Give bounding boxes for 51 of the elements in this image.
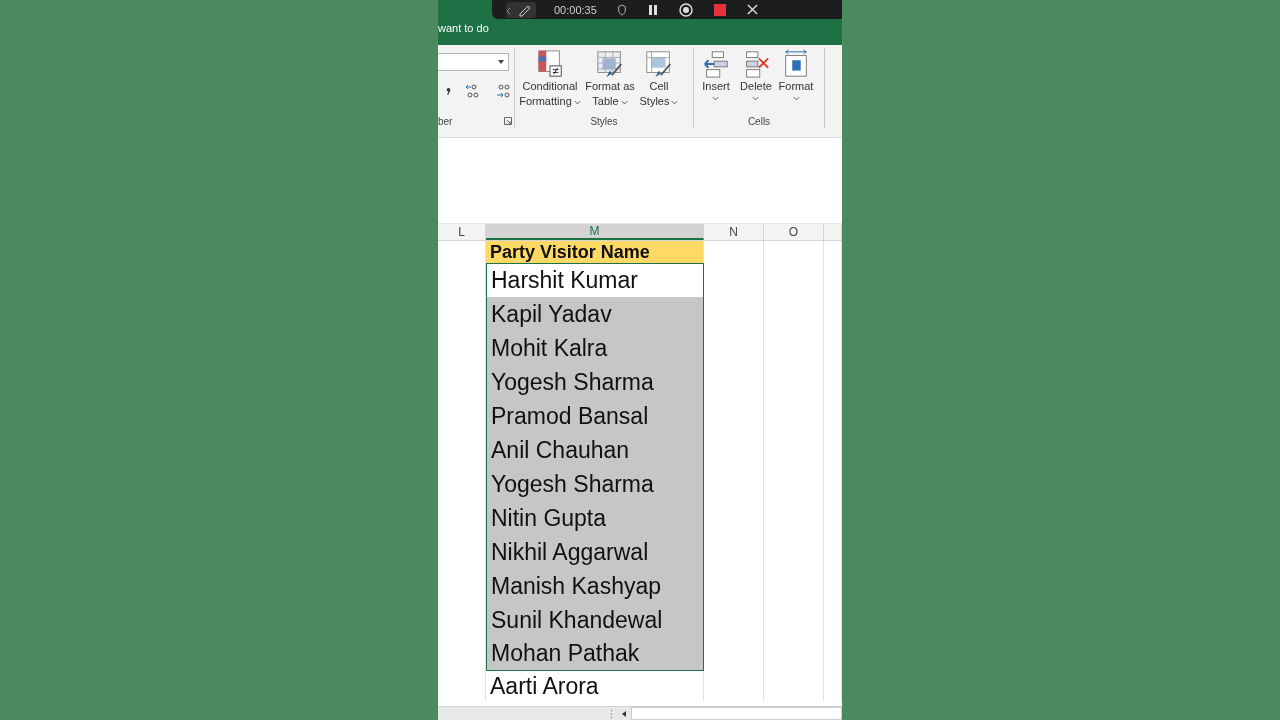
pause-icon[interactable] (646, 3, 659, 16)
ribbon-command[interactable]: Delete (736, 49, 776, 101)
table-cell[interactable]: Pramod Bansal (486, 399, 704, 433)
column-header[interactable]: M (486, 224, 704, 240)
cell-brush-icon (644, 49, 674, 79)
chevron-icon (792, 96, 800, 101)
pen-icon[interactable] (506, 1, 536, 18)
comma-style-icon[interactable] (446, 86, 451, 96)
horizontal-scrollbar[interactable] (631, 707, 842, 720)
table-cell[interactable]: Sunil Khandewal (486, 603, 704, 637)
record-icon[interactable] (678, 2, 693, 17)
group-label: ber (438, 115, 453, 127)
shield-icon[interactable] (616, 3, 627, 16)
grid-rules-icon (535, 49, 565, 79)
table-cell[interactable]: Nitin Gupta (486, 501, 704, 535)
column-header[interactable]: O (764, 224, 824, 240)
ribbon-command[interactable]: Insert (696, 49, 736, 101)
chevron-icon (712, 96, 720, 101)
table-cell[interactable]: Mohit Kalra (486, 331, 704, 365)
table-brush-icon (595, 49, 625, 79)
column-header[interactable]: N (704, 224, 764, 240)
table-cell[interactable]: Party Visitor Name (486, 241, 704, 263)
stop-icon[interactable] (712, 2, 727, 17)
ribbon-command[interactable]: Cell Styles (637, 49, 681, 109)
tell-me-text[interactable]: want to do (438, 22, 489, 34)
increase-decimal-icon[interactable] (465, 83, 481, 99)
close-icon[interactable] (746, 4, 758, 15)
dialog-launcher-icon[interactable] (504, 117, 512, 125)
recording-timer: 00:00:35 (554, 3, 597, 16)
dropdown-arrow-icon (498, 60, 504, 64)
table-cell[interactable]: Anil Chauhan (486, 433, 704, 467)
table-cell[interactable]: Yogesh Sharma (486, 365, 704, 399)
group-label: Styles (590, 115, 618, 127)
table-cell[interactable]: Harshit Kumar (486, 263, 704, 297)
decrease-decimal-icon[interactable] (495, 83, 511, 99)
ribbon-command[interactable]: Format as Table (583, 49, 637, 109)
table-cell[interactable]: Kapil Yadav (486, 297, 704, 331)
group-label: Cells (747, 115, 771, 127)
table-cell[interactable]: Yogesh Sharma (486, 467, 704, 501)
ribbon-command[interactable]: Format (776, 49, 816, 101)
chevron-icon (671, 100, 679, 105)
table-cell[interactable]: Mohan Pathak (486, 637, 704, 671)
chevron-icon (752, 96, 760, 101)
chevron-icon (573, 100, 581, 105)
table-cell[interactable]: Manish Kashyap (486, 569, 704, 603)
insert-cells-icon (701, 49, 731, 79)
splitter-icon[interactable] (610, 708, 613, 719)
ribbon-command[interactable]: Conditional Formatting (517, 49, 583, 109)
chevron-icon (620, 100, 628, 105)
table-cell[interactable]: Nikhil Aggarwal (486, 535, 704, 569)
table-cell[interactable]: Aarti Arora (486, 671, 704, 701)
